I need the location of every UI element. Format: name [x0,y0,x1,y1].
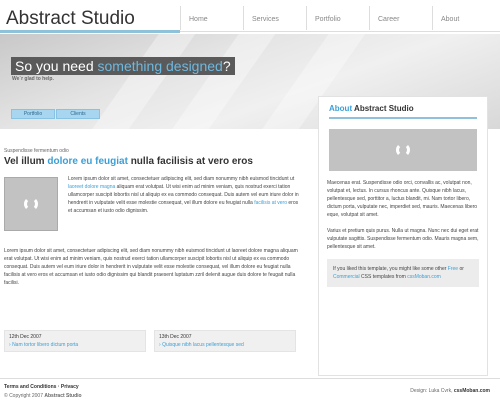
sidebar-title-accent: About [329,104,353,113]
news-date: 12th Dec 2007 [9,334,42,340]
news-list: 12th Dec 2007 › Nam tortor libero dictum… [4,330,296,352]
copyright-owner: Abstract Studio [44,393,82,399]
article-paragraph: Lorem ipsum dolor sit amet, consectetuer… [4,248,298,286]
hero-title: So you need something designed? [11,57,235,75]
credit-link[interactable]: cssMoban.com [454,388,490,394]
news-link[interactable]: › Nam tortor libero dictum porta [9,342,141,348]
paragraph-text: Lorem ipsum dolor sit amet, consectetuer… [68,176,295,182]
header-divider [180,31,500,32]
copyright-text: © Copyright 2007 [4,393,45,399]
article-thumbnail [4,177,58,231]
headline-accent: dolore eu feugiat [47,156,128,167]
headline-part: nulla facilisis at vero eros [127,156,253,167]
news-date: 13th Dec 2007 [159,334,192,340]
headline-part: Vel illum [4,156,48,167]
article-headline: Vel illum dolore eu feugiat nulla facili… [4,156,304,167]
nav-home[interactable]: Home [180,6,243,30]
free-link[interactable]: Free [448,266,458,272]
sidebar-title: About Abstract Studio [319,97,487,113]
news-item: 13th Dec 2007 › Quisque nibh lacus pelle… [154,330,296,352]
article-intro: Lorem ipsum dolor sit amet, consectetuer… [4,175,304,235]
sidebar-text: Varius et pretium quis purus. Nulla ut m… [327,228,479,250]
site-link[interactable]: cssMoban.com [407,274,441,280]
clients-button[interactable]: Clients [56,109,100,119]
sidebar-text: Maecenas erat. Suspendisse odio orci, co… [327,180,478,218]
nav-services[interactable]: Services [243,6,306,30]
hero-title-part: So you need [15,58,98,74]
hero-title-end: ? [222,58,231,74]
news-link-text[interactable]: Nam tortor libero dictum porta [12,342,78,348]
hero-title-accent: something designed [97,58,223,74]
design-credit: Design: Luka Cvrk, cssMoban.com [410,388,490,394]
site-logo[interactable]: Abstract Studio [6,8,135,30]
nav-about[interactable]: About [432,6,495,30]
portfolio-button[interactable]: Portfolio [11,109,55,119]
sidebar-title-rest: Abstract Studio [352,104,414,113]
footer-links[interactable]: Terms and Conditions · Privacy [4,384,79,390]
promo-text: or [458,266,464,272]
sidebar-divider [329,117,477,119]
image-placeholder-icon [24,197,38,211]
sidebar: About Abstract Studio Maecenas erat. Sus… [318,96,488,376]
main-nav: Home Services Portfolio Career About [180,6,495,30]
article-kicker: Suspendisse fermentum odio [4,148,69,154]
promo-box: If you liked this template, you might li… [327,259,479,287]
nav-career[interactable]: Career [369,6,432,30]
news-item: 12th Dec 2007 › Nam tortor libero dictum… [4,330,146,352]
image-placeholder-icon [396,143,410,157]
promo-text: If you liked this template, you might li… [333,266,448,272]
sidebar-image [329,129,477,171]
article-paragraph: Lorem ipsum dolor sit amet, consectetuer… [68,175,300,215]
promo-text: CSS templates from [359,274,408,280]
news-link[interactable]: › Quisque nibh lacus pellentesque sed [159,342,291,348]
copyright: © Copyright 2007 Abstract Studio [4,393,82,399]
logo-underline [0,30,180,33]
main-content: Suspendisse fermentum odio Vel illum dol… [4,148,304,287]
inline-link[interactable]: facilisis at vero [254,200,287,206]
footer-divider [0,378,500,379]
commercial-link[interactable]: Commercial [333,274,360,280]
hero-subtitle: We`r glad to help. [12,76,54,82]
credit-text: Design: Luka Cvrk, [410,388,454,394]
news-link-text[interactable]: Quisque nibh lacus pellentesque sed [162,342,244,348]
nav-portfolio[interactable]: Portfolio [306,6,369,30]
inline-link[interactable]: laoreet dolore magna [68,184,115,190]
